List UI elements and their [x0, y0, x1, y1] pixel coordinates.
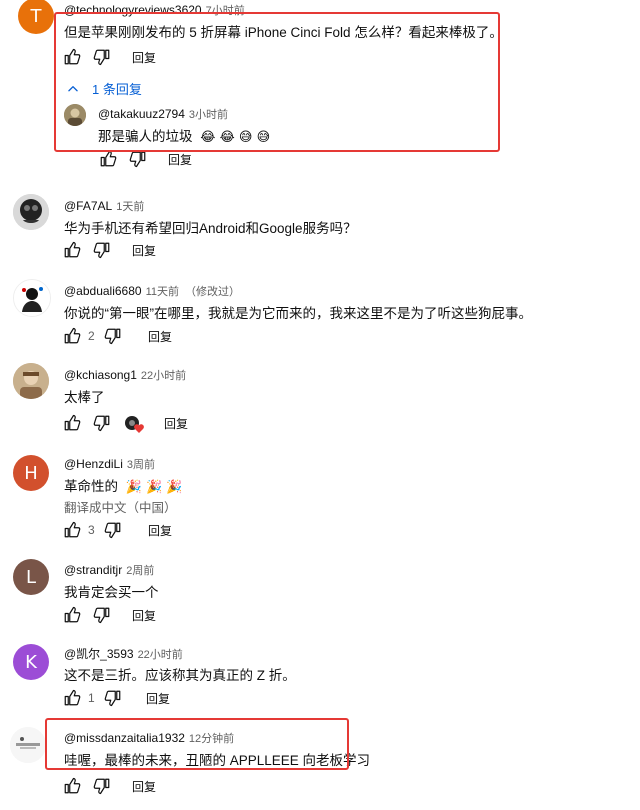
thumbs-up-icon [64, 689, 81, 706]
like-button[interactable] [62, 776, 82, 796]
reply-button[interactable]: 回复 [168, 151, 192, 168]
dislike-button[interactable] [92, 776, 112, 796]
thumbs-down-icon [129, 151, 146, 168]
dislike-button[interactable] [103, 688, 123, 708]
thumbs-down-icon [104, 690, 121, 707]
comment-author[interactable]: @abduali6680 [64, 284, 142, 298]
comment-text: 你说的“第一眼”在哪里，我就是为它而来的，我来这里不是为了听这些狗屁事。 [64, 306, 532, 321]
dislike-button[interactable] [92, 413, 112, 433]
comment-text-body: 革命性的 [64, 479, 118, 494]
like-button[interactable] [62, 326, 82, 346]
thumbs-up-icon [100, 150, 117, 167]
avatar[interactable]: H [13, 455, 49, 491]
like-button[interactable] [62, 605, 82, 625]
comment-meta: @凯尔_3593 22小时前 [64, 645, 183, 662]
comment-actions [62, 605, 112, 625]
avatar-letter: K [25, 651, 37, 673]
comment-emojis: 🎉 🎉 🎉 [125, 480, 183, 495]
like-button[interactable] [98, 149, 118, 169]
like-button[interactable] [62, 413, 82, 433]
avatar-letter: T [30, 5, 42, 27]
reply-button[interactable]: 回复 [148, 522, 172, 539]
comment-meta: @HenzdiLi 3周前 [64, 456, 155, 472]
thumbs-up-icon [64, 327, 81, 344]
dislike-button[interactable] [92, 240, 112, 260]
avatar[interactable] [13, 279, 51, 317]
dislike-button[interactable] [128, 149, 148, 169]
comment-actions: 1 [62, 688, 123, 708]
avatar[interactable] [13, 194, 49, 230]
highlight-box [54, 12, 500, 152]
like-button[interactable] [62, 688, 82, 708]
thumbs-up-icon [64, 414, 81, 431]
reply-button[interactable]: 回复 [132, 778, 156, 795]
reply-button[interactable]: 回复 [164, 415, 188, 432]
thumbs-up-icon [64, 606, 81, 623]
thumbs-down-icon [104, 328, 121, 345]
creator-heart-icon [125, 416, 144, 433]
comment-text: 太棒了 [64, 390, 105, 405]
avatar-letter: H [24, 462, 38, 484]
comment-author[interactable]: @FA7AL [64, 199, 112, 213]
comment-time[interactable]: 22小时前 [138, 649, 183, 661]
dislike-button[interactable] [92, 605, 112, 625]
reply-actions [98, 149, 148, 169]
comment-actions: 3 [62, 520, 123, 540]
reply-button[interactable]: 回复 [146, 690, 170, 707]
like-count: 2 [88, 329, 95, 343]
translate-link[interactable]: 翻译成中文（中国） [64, 497, 177, 516]
user-photo-icon [13, 363, 49, 399]
dislike-button[interactable] [103, 520, 123, 540]
comment-text: 这不是三折。应该称其为真正的 Z 折。 [64, 668, 296, 683]
comment-meta: @abduali6680 11天前 （修改过） [64, 283, 240, 299]
thumbs-up-icon [64, 521, 81, 538]
avatar-letter: L [25, 566, 37, 588]
user-photo-icon [10, 727, 46, 763]
like-count: 1 [88, 691, 95, 705]
thumbs-down-icon [93, 415, 110, 432]
reply-button[interactable]: 回复 [148, 328, 172, 345]
avatar[interactable] [10, 727, 46, 763]
creator-heart-badge [124, 414, 144, 434]
like-button[interactable] [62, 240, 82, 260]
dislike-button[interactable] [103, 326, 123, 346]
comment-meta: @FA7AL 1天前 [64, 198, 144, 214]
comment-meta: @kchiasong1 22小时前 [64, 367, 186, 383]
comment-actions [62, 240, 112, 260]
comment-time[interactable]: 22小时前 [141, 370, 186, 382]
comment-author[interactable]: @HenzdiLi [64, 457, 123, 471]
comment-actions [62, 776, 112, 796]
comment-time[interactable]: 3周前 [127, 459, 155, 471]
thumbs-down-icon [93, 778, 110, 795]
user-photo-icon [13, 194, 49, 230]
edited-label: （修改过） [185, 286, 240, 298]
comment-text: 华为手机还有希望回归Android和Google服务吗？ [64, 221, 357, 236]
thumbs-down-icon [93, 242, 110, 259]
comment-time[interactable]: 11天前 [146, 286, 179, 298]
comment-time[interactable]: 1天前 [116, 201, 144, 213]
reply-button[interactable]: 回复 [132, 607, 156, 624]
comment-actions [62, 413, 112, 433]
avatar[interactable]: T [18, 0, 54, 34]
user-photo-icon [14, 280, 50, 316]
highlight-box [45, 718, 349, 770]
comment-time[interactable]: 2周前 [126, 565, 154, 577]
thumbs-down-icon [104, 522, 121, 539]
like-button[interactable] [62, 520, 82, 540]
avatar[interactable]: L [13, 559, 49, 595]
comment-meta: @stranditjr 2周前 [64, 562, 154, 578]
like-count: 3 [88, 523, 95, 537]
thumbs-up-icon [64, 241, 81, 258]
reply-button[interactable]: 回复 [132, 242, 156, 259]
comment-author[interactable]: @kchiasong1 [64, 368, 137, 382]
comment-author[interactable]: @stranditjr [64, 563, 122, 577]
thumbs-down-icon [93, 607, 110, 624]
comment-text: 我肯定会买一个 [64, 585, 159, 600]
comment-text: 革命性的 🎉 🎉 🎉 [64, 475, 183, 495]
avatar[interactable] [13, 363, 49, 399]
comment-author[interactable]: @凯尔_3593 [64, 647, 134, 661]
thumbs-up-icon [64, 777, 81, 794]
avatar[interactable]: K [13, 644, 49, 680]
comment-actions: 2 [62, 326, 123, 346]
